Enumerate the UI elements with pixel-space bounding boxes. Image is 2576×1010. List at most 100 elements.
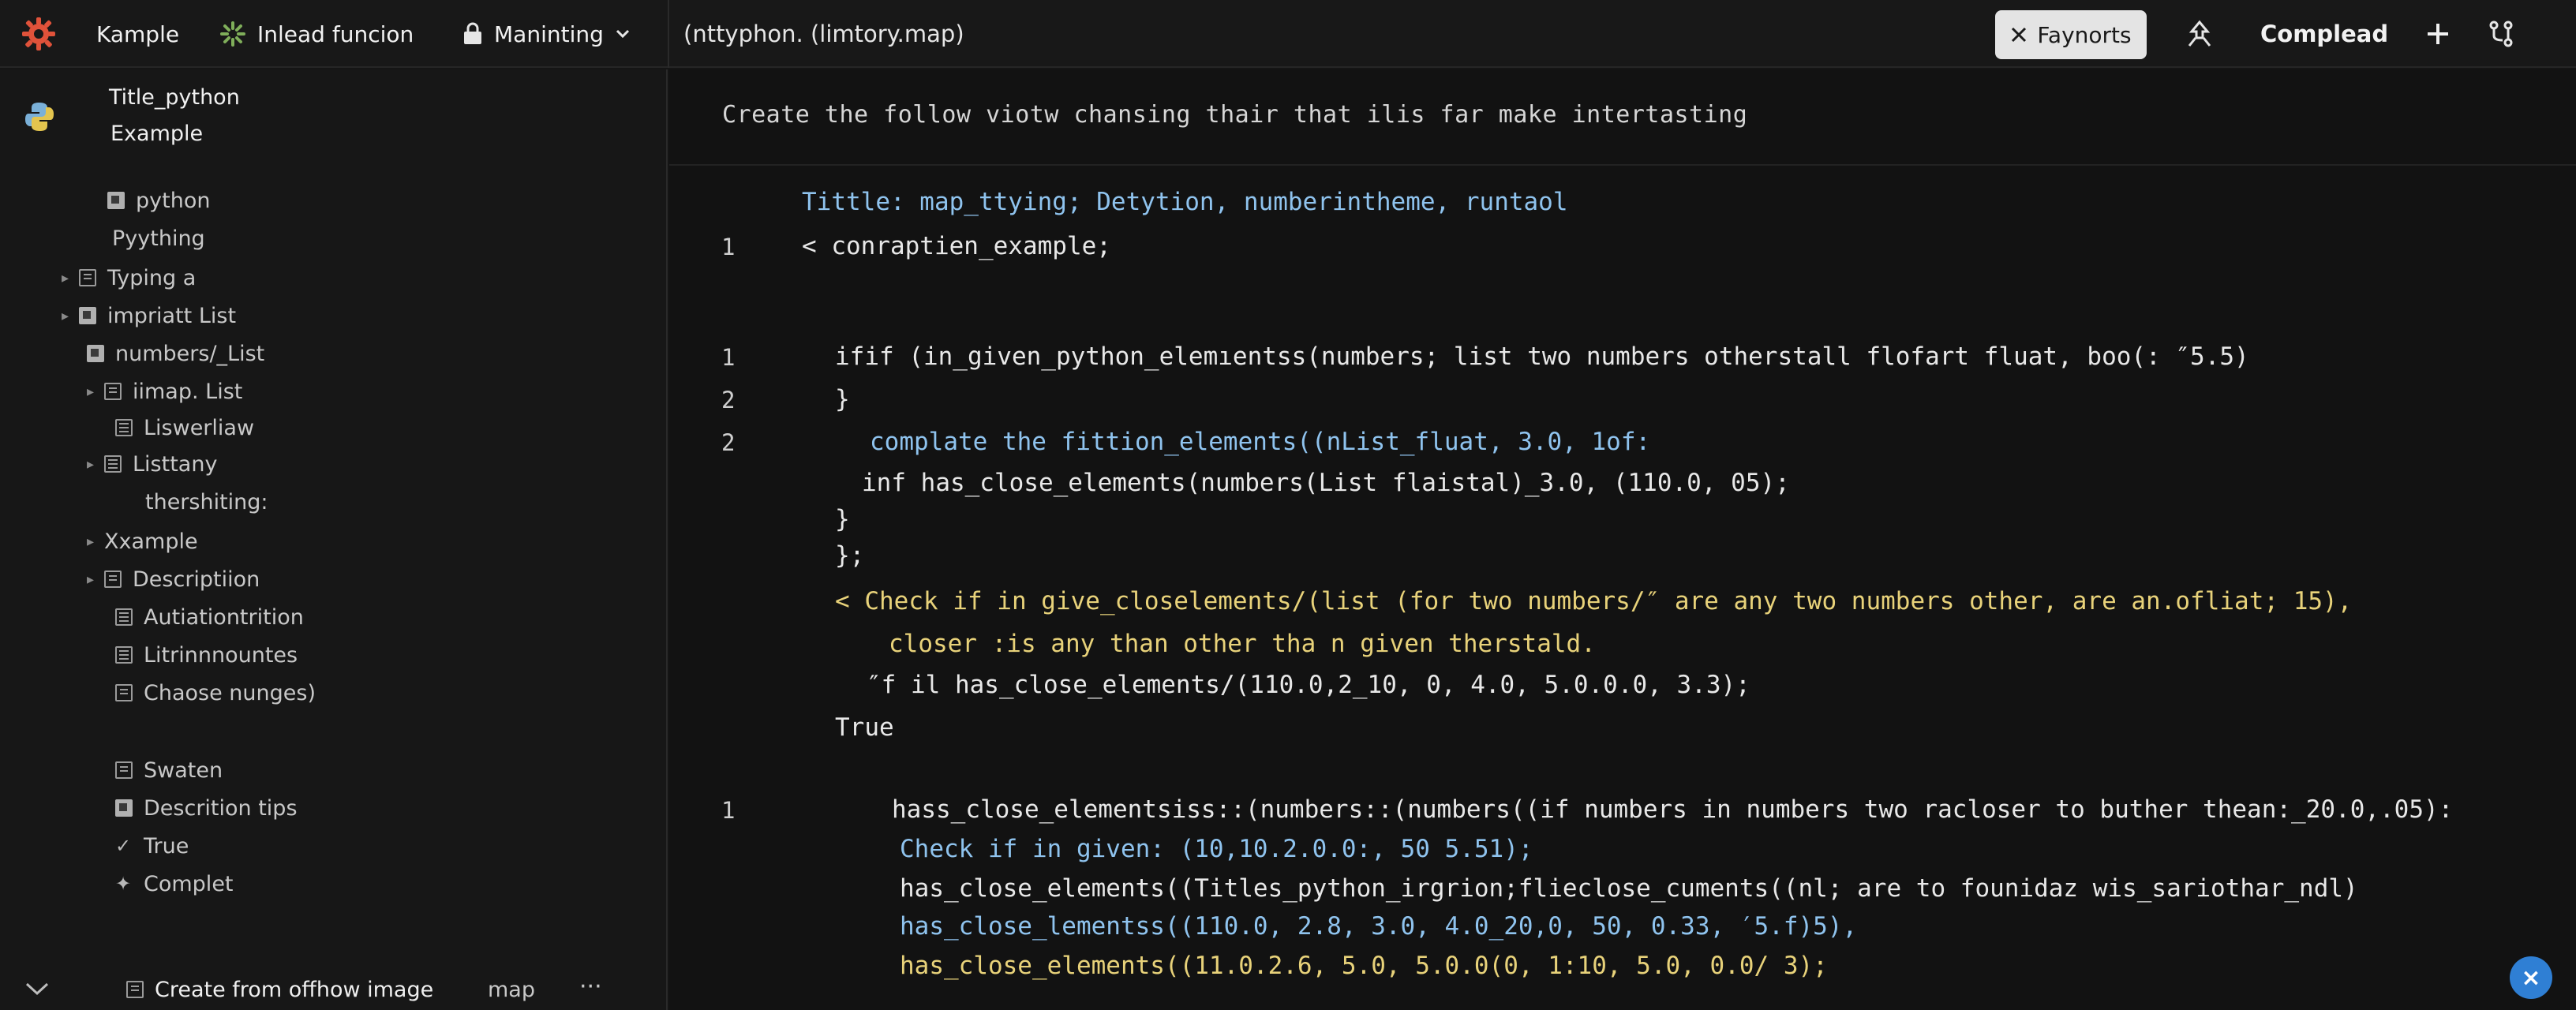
maintaining-dropdown[interactable]: Maninting — [462, 0, 631, 68]
code-line[interactable]: has_close_elements((Titles_python_irgrio… — [900, 874, 2358, 903]
caret-right-icon[interactable]: ▸ — [87, 571, 104, 588]
caret-right-icon[interactable]: ▸ — [87, 456, 104, 473]
sidebar-item-pyything[interactable]: Pyything — [112, 223, 205, 254]
sidebar-title: Title_python — [109, 85, 240, 110]
app-name[interactable]: Kample — [96, 0, 179, 68]
sidebar-item-swaten[interactable]: Swaten — [115, 754, 223, 786]
caret-right-icon[interactable]: ▸ — [87, 383, 104, 400]
compleaad-button[interactable]: Complead — [2260, 0, 2388, 68]
plus-icon — [2428, 24, 2448, 44]
code-line[interactable]: closer :is any than other tha n given th… — [889, 630, 1596, 658]
sidebar-item-litrinnnountes[interactable]: Litrinnnountes — [115, 639, 298, 671]
sidebar-item-chaose-nunges[interactable]: Chaose nunges) — [115, 677, 316, 709]
caret-right-icon[interactable]: ▸ — [87, 533, 104, 550]
sidebar-item-label: impriatt List — [107, 303, 237, 328]
app-logo-icon[interactable] — [21, 0, 57, 68]
code-line[interactable]: inf has_close_elements(numbers(List flai… — [862, 469, 1790, 497]
add-button[interactable] — [2420, 0, 2456, 68]
sidebar-item-label: Descrition tips — [144, 795, 298, 821]
pin-icon: ✦ — [115, 873, 132, 895]
caret-right-icon[interactable]: ▸ — [62, 308, 79, 324]
sidebar-item-listtany[interactable]: ▸ Listtany — [87, 448, 217, 480]
lock-icon — [464, 22, 481, 44]
check-icon: ✓ — [115, 835, 132, 857]
line-number: 2 — [721, 429, 736, 456]
map-link[interactable]: map — [488, 974, 535, 1005]
code-line[interactable]: } — [835, 505, 850, 533]
line-number: 1 — [721, 234, 736, 260]
maintaining-label: Maninting — [494, 21, 604, 47]
code-line[interactable]: < conraptien_example; — [802, 232, 1111, 260]
prompt-text: Create the follow viotw chansing thair t… — [722, 101, 1748, 129]
code-line[interactable]: Check if in given: (10,10.2.0.0:, 50 5.5… — [900, 835, 1533, 863]
sidebar-item-autiationtrition[interactable]: Autiationtrition — [115, 601, 304, 633]
sidebar-item-import-list[interactable]: ▸ impriatt List — [62, 300, 236, 331]
sidebar-subtitle: Example — [110, 122, 204, 146]
code-line[interactable]: has_close_elements((11.0.2.6, 5.0, 5.0.0… — [900, 952, 1828, 980]
sidebar-item-true[interactable]: ✓ True — [115, 830, 189, 862]
code-line[interactable]: ″f il has_close_elements/(110.0,2_10, 0,… — [867, 671, 1750, 699]
faynorts-label: Faynorts — [2037, 21, 2132, 48]
gear-logo-icon — [22, 17, 55, 50]
sidebar-item-numbers-list[interactable]: numbers/_List — [87, 338, 264, 369]
code-line[interactable]: has_close_lementss((110.0, 2.8, 3.0, 4.0… — [900, 912, 1857, 941]
sidebar-item-label: True — [144, 833, 189, 858]
sidebar-item-label: iimap. List — [133, 379, 243, 404]
code-line[interactable]: < Check if in give_closelements/(list (f… — [835, 587, 2352, 615]
sidebar-item-label: Swaten — [144, 758, 223, 783]
branch-icon — [2489, 21, 2513, 47]
file-icon — [87, 345, 104, 362]
code-line[interactable]: }; — [835, 541, 864, 570]
sidebar: Title_python Example python Pyything ▸ T… — [0, 69, 668, 1010]
code-line[interactable]: hass_close_elementsiss::(numbers::(numbe… — [892, 795, 2453, 824]
function-menu[interactable]: Inlead funcion — [219, 0, 414, 68]
sidebar-item-label: Pyything — [112, 226, 205, 251]
sidebar-item-description[interactable]: ▸ Descriptiion — [87, 563, 260, 595]
file-icon — [115, 761, 133, 779]
sidebar-item-complet[interactable]: ✦ Complet — [115, 868, 234, 900]
faynorts-button[interactable]: Faynorts — [1995, 10, 2147, 59]
line-number: 1 — [721, 344, 736, 371]
file-icon — [79, 269, 96, 286]
pin-icon — [2188, 20, 2211, 47]
sidebar-item-label: Descriptiion — [133, 567, 260, 592]
pin-button[interactable] — [2180, 0, 2219, 68]
sidebar-item-imap-list[interactable]: ▸ iimap. List — [87, 376, 242, 407]
sidebar-item-label: Chaose nunges) — [144, 680, 316, 705]
close-icon — [2012, 27, 2027, 43]
sidebar-item-typing[interactable]: ▸ Typing a — [62, 262, 196, 294]
sidebar-item-thershiting[interactable]: thershiting: — [145, 486, 268, 518]
file-icon — [115, 799, 133, 817]
more-options-icon[interactable]: ··· — [579, 971, 602, 1002]
line-number: 1 — [721, 797, 736, 824]
branch-button[interactable] — [2483, 0, 2519, 68]
sidebar-item-python[interactable]: python — [107, 185, 210, 216]
file-path[interactable]: (nttyphon. (limtory.map) — [683, 0, 964, 68]
code-line[interactable]: Tittle: map_ttying; Detytion, numberinth… — [802, 188, 1568, 216]
file-icon — [115, 419, 133, 436]
code-line[interactable]: complate the fittion_elements((nList_flu… — [870, 428, 1650, 456]
code-line[interactable]: ifif (in_given_python_elemıentss(numbers… — [835, 342, 2249, 371]
sidebar-item-label: thershiting: — [145, 489, 268, 514]
code-line[interactable]: True — [835, 713, 894, 742]
code-line[interactable]: } — [835, 385, 850, 413]
chevron-down-icon[interactable] — [24, 980, 51, 997]
sidebar-item-label: Typing a — [107, 265, 197, 290]
sidebar-item-label: numbers/_List — [115, 341, 265, 366]
top-bar: Kample Inlead funcion Maninting (nttypho… — [0, 0, 2576, 68]
sidebar-item-label: Listtany — [133, 451, 218, 477]
file-icon — [104, 383, 122, 400]
sidebar-item-liswerliaw[interactable]: Liswerliaw — [115, 412, 254, 443]
file-icon — [104, 570, 122, 588]
sidebar-item-xxample[interactable]: ▸ Xxample — [87, 526, 198, 557]
create-image-button[interactable]: Create from offhow image — [126, 974, 433, 1005]
function-label: Inlead funcion — [257, 21, 414, 47]
close-fab-button[interactable]: × — [2510, 956, 2552, 999]
sidebar-item-label: Litrinnnountes — [144, 642, 298, 668]
topbar-divider — [668, 0, 669, 68]
sidebar-item-descrition-tips[interactable]: Descrition tips — [115, 792, 298, 824]
caret-right-icon[interactable]: ▸ — [62, 270, 79, 286]
spinner-icon — [220, 21, 245, 47]
line-number: 2 — [721, 387, 736, 413]
file-icon — [115, 684, 133, 701]
